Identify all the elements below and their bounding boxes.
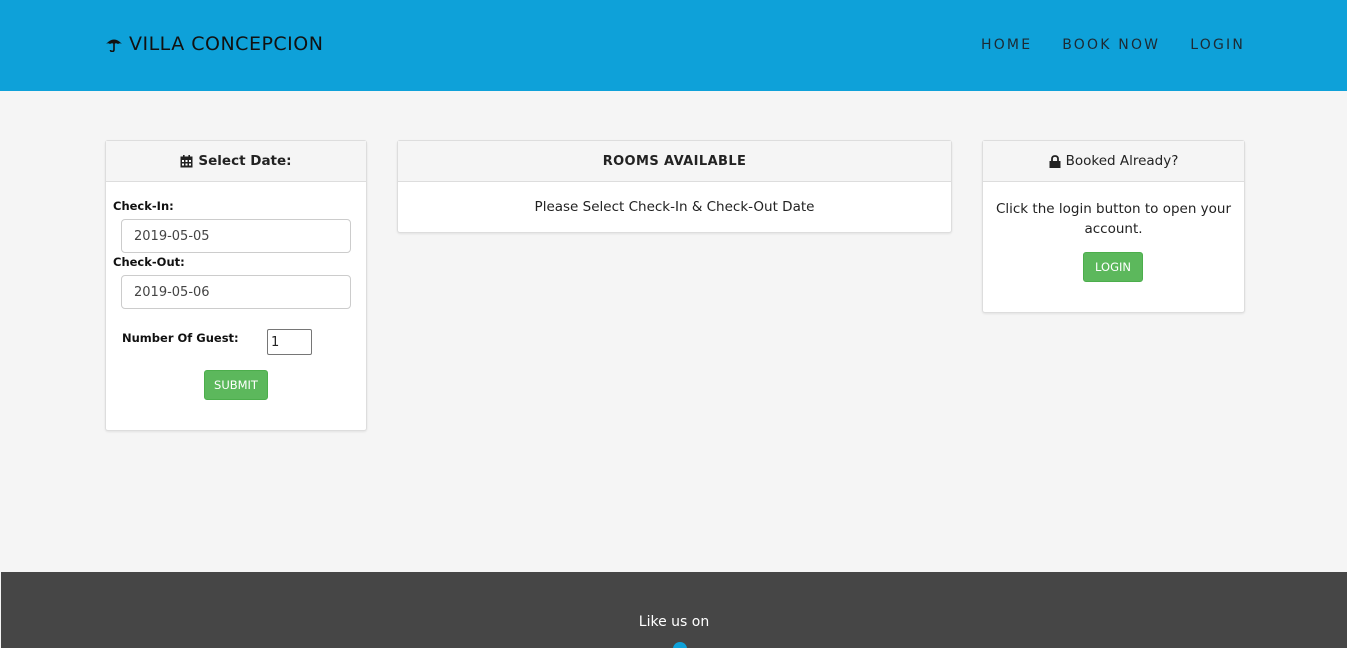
footer-like-us: Like us on bbox=[638, 614, 710, 630]
calendar-icon bbox=[180, 154, 193, 167]
checkout-input[interactable]: 2019-05-06 bbox=[121, 275, 351, 309]
booked-already-heading: Booked Already? bbox=[983, 141, 1244, 182]
checkout-label: Check-Out: bbox=[113, 255, 185, 269]
select-date-heading: Select Date: bbox=[106, 141, 366, 182]
booked-message: Click the login button to open your acco… bbox=[995, 201, 1232, 237]
top-navbar: VILLA CONCEPCION HOME BOOK NOW LOGIN bbox=[0, 0, 1347, 91]
nav-book-now[interactable]: BOOK NOW bbox=[1062, 37, 1160, 53]
guest-count-input[interactable]: 1 bbox=[267, 329, 312, 355]
social-icon[interactable] bbox=[673, 642, 687, 648]
checkin-label: Check-In: bbox=[113, 199, 174, 213]
nav-login[interactable]: LOGIN bbox=[1190, 37, 1245, 53]
select-date-title: Select Date: bbox=[198, 153, 292, 169]
lock-icon bbox=[1049, 154, 1061, 168]
login-button[interactable]: LOGIN bbox=[1083, 252, 1143, 282]
footer: Like us on bbox=[1, 572, 1347, 648]
brand-name: VILLA CONCEPCION bbox=[129, 33, 324, 55]
booked-already-panel: Booked Already? Click the login button t… bbox=[982, 140, 1245, 313]
brand[interactable]: VILLA CONCEPCION bbox=[105, 33, 323, 55]
nav-home[interactable]: HOME bbox=[981, 37, 1032, 53]
umbrella-icon bbox=[106, 39, 122, 52]
rooms-available-panel: ROOMS AVAILABLE Please Select Check-In &… bbox=[397, 140, 952, 233]
nav-links: HOME BOOK NOW LOGIN bbox=[981, 37, 1245, 53]
guest-label: Number Of Guest: bbox=[122, 331, 239, 345]
rooms-available-heading: ROOMS AVAILABLE bbox=[398, 141, 951, 182]
checkin-input[interactable]: 2019-05-05 bbox=[121, 219, 351, 253]
rooms-message: Please Select Check-In & Check-Out Date bbox=[534, 199, 815, 215]
submit-button[interactable]: SUBMIT bbox=[204, 370, 268, 400]
booked-already-title: Booked Already? bbox=[1065, 153, 1179, 169]
select-date-panel: Select Date: Check-In: 2019-05-05 Check-… bbox=[105, 140, 367, 431]
